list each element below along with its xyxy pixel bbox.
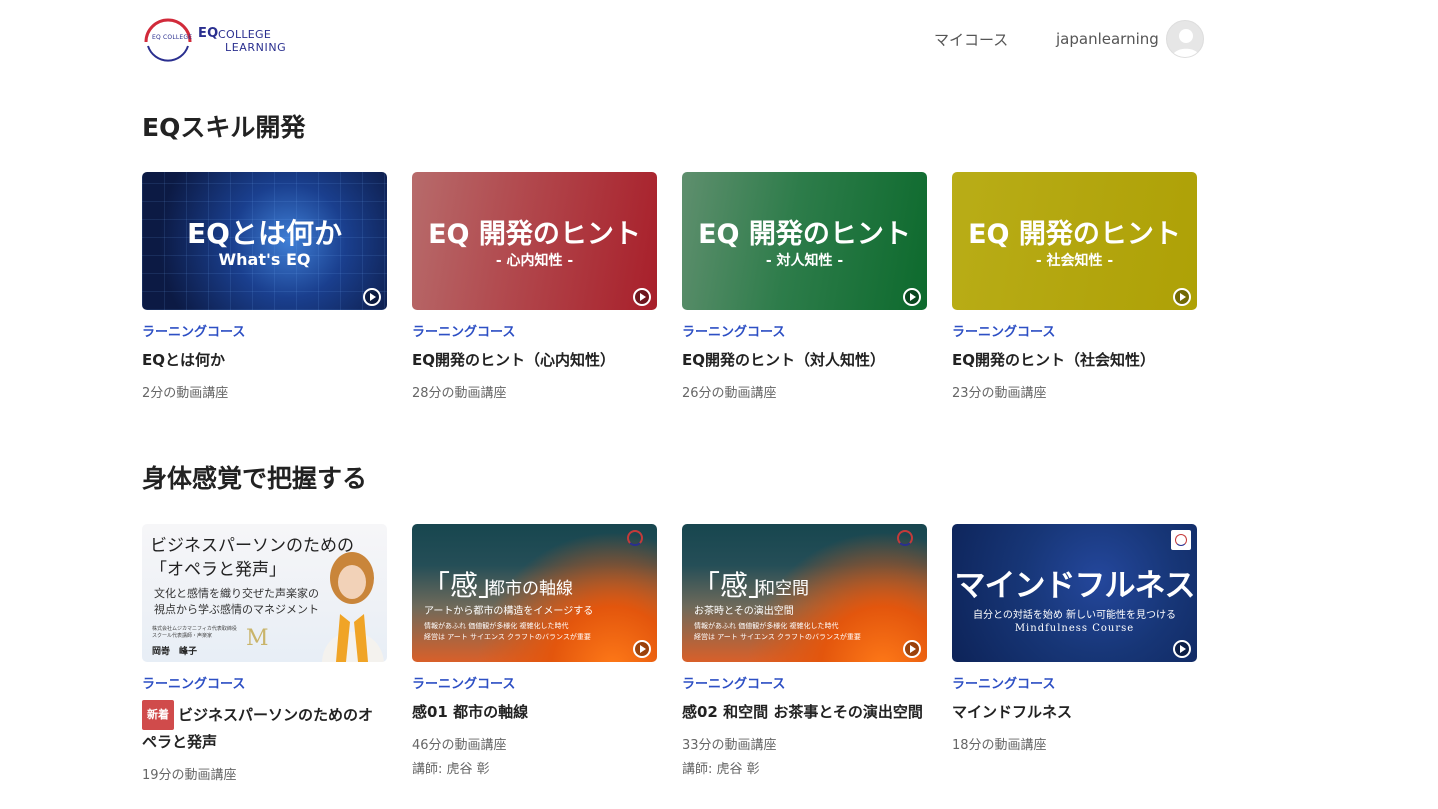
corner-logo-icon	[1171, 530, 1191, 550]
course-title[interactable]: 感01 都市の軸線	[412, 700, 657, 724]
course-thumbnail[interactable]: マインドフルネス 自分との対話を始め 新しい可能性を見つける Mindfulne…	[952, 524, 1197, 662]
thumbnail-title: マインドフルネス	[954, 568, 1196, 604]
thumbnail-subtitle: What's EQ	[218, 250, 311, 269]
thumbnail-caption: 情報があふれ 価値観が多様化 複雑化した時代 経営は アート サイエンス クラフ…	[694, 621, 861, 643]
play-icon[interactable]	[903, 288, 921, 306]
course-thumbnail[interactable]: 「感」 都市の軸線 アートから都市の構造をイメージする 情報があふれ 価値観が多…	[412, 524, 657, 662]
course-duration: 2分の動画講座	[142, 386, 229, 401]
instructor-photo	[314, 538, 386, 662]
course-thumbnail[interactable]: EQとは何か What's EQ	[142, 172, 387, 310]
course-title[interactable]: EQ開発のヒント（社会知性）	[952, 348, 1197, 372]
course-category: ラーニングコース	[952, 677, 1056, 692]
play-icon[interactable]	[1173, 288, 1191, 306]
course-duration: 26分の動画講座	[682, 386, 777, 401]
course-category: ラーニングコース	[412, 325, 516, 340]
thumbnail-subtitle: - 心内知性 -	[495, 253, 574, 269]
thumbnail-title: EQとは何か	[187, 217, 342, 250]
course-card[interactable]: ビジネスパーソンのための 「オペラと発声」 文化と感情を織り交ぜた声楽家の 視点…	[142, 524, 387, 783]
course-grid-eq-skill: EQとは何か What's EQ ラーニングコース EQとは何か 2分の動画講座…	[142, 172, 1202, 401]
thumbnail-affiliation: 株式会社ムジカマニフィカ代表取締役 スクール代表講師・声楽家	[152, 626, 237, 640]
course-duration: 33分の動画講座	[682, 738, 777, 753]
thumbnail-sub-line: 視点から学ぶ感情のマネジメント	[154, 603, 319, 616]
thumbnail-caption-line: 情報があふれ 価値観が多様化 複雑化した時代	[424, 622, 569, 630]
play-icon[interactable]	[633, 640, 651, 658]
thumbnail-english-title: Mindfulness Course	[1014, 623, 1135, 634]
play-icon[interactable]	[1173, 640, 1191, 658]
course-duration: 23分の動画講座	[952, 386, 1047, 401]
section-title-eq-skill: EQスキル開発	[142, 113, 306, 142]
nav-my-course-link[interactable]: マイコース	[934, 29, 1008, 50]
thumbnail-subtitle: - 対人知性 -	[765, 253, 844, 269]
course-category: ラーニングコース	[682, 325, 786, 340]
course-card[interactable]: EQ 開発のヒント - 対人知性 - ラーニングコース EQ開発のヒント（対人知…	[682, 172, 927, 401]
course-instructor: 講師: 虎谷 彰	[412, 762, 490, 777]
thumbnail-title: 都市の軸線	[488, 579, 573, 599]
course-title-text: ビジネスパーソンのためのオペラと発声	[142, 706, 374, 751]
course-thumbnail[interactable]: 「感」 和空間 お茶時とその演出空間 情報があふれ 価値観が多様化 複雑化した時…	[682, 524, 927, 662]
course-duration: 46分の動画講座	[412, 738, 507, 753]
corner-logo-icon	[627, 530, 643, 546]
section-title-body-sense: 身体感覚で把握する	[142, 464, 368, 493]
course-card[interactable]: EQとは何か What's EQ ラーニングコース EQとは何か 2分の動画講座	[142, 172, 387, 401]
course-thumbnail[interactable]: ビジネスパーソンのための 「オペラと発声」 文化と感情を織り交ぜた声楽家の 視点…	[142, 524, 387, 662]
course-category: ラーニングコース	[412, 677, 516, 692]
corner-logo-icon	[897, 530, 913, 546]
thumbnail-sub-line: 文化と感情を織り交ぜた声楽家の	[154, 587, 319, 600]
course-category: ラーニングコース	[142, 325, 246, 340]
thumbnail-title: EQ 開発のヒント	[698, 219, 911, 250]
thumbnail-title: EQ 開発のヒント	[428, 219, 641, 250]
user-avatar-icon[interactable]	[1166, 20, 1204, 58]
thumbnail-subheading: 文化と感情を織り交ぜた声楽家の 視点から学ぶ感情のマネジメント	[154, 586, 319, 618]
thumbnail-caption: 情報があふれ 価値観が多様化 複雑化した時代 経営は アート サイエンス クラフ…	[424, 621, 591, 643]
play-icon[interactable]	[903, 640, 921, 658]
thumbnail-caption-line: 経営は アート サイエンス クラフトのバランスが重要	[424, 633, 591, 641]
course-category: ラーニングコース	[952, 325, 1056, 340]
logo-college-text: COLLEGE	[218, 28, 272, 41]
new-badge: 新着	[142, 700, 174, 730]
thumbnail-instructor-name: 岡嵜 峰子	[152, 647, 198, 657]
thumbnail-caption-line: 経営は アート サイエンス クラフトのバランスが重要	[694, 633, 861, 641]
course-card[interactable]: 「感」 和空間 お茶時とその演出空間 情報があふれ 価値観が多様化 複雑化した時…	[682, 524, 927, 783]
course-duration: 18分の動画講座	[952, 738, 1047, 753]
play-icon[interactable]	[633, 288, 651, 306]
play-icon[interactable]	[363, 288, 381, 306]
course-title[interactable]: EQ開発のヒント（心内知性）	[412, 348, 657, 372]
site-header: EQ COLLEGE EQ COLLEGE LEARNING マイコース jap…	[0, 0, 1438, 80]
thumbnail-subtitle: - 社会知性 -	[1035, 253, 1114, 269]
thumbnail-title: 和空間	[758, 579, 809, 599]
thumbnail-subtitle: 自分との対話を始め 新しい可能性を見つける	[972, 610, 1177, 621]
thumbnail-m-logo: M	[246, 626, 269, 651]
course-grid-body-sense: ビジネスパーソンのための 「オペラと発声」 文化と感情を織り交ぜた声楽家の 視点…	[142, 524, 1202, 783]
course-card[interactable]: EQ 開発のヒント - 社会知性 - ラーニングコース EQ開発のヒント（社会知…	[952, 172, 1197, 401]
thumbnail-small-line: スクール代表講師・声楽家	[152, 633, 213, 639]
thumbnail-caption-line: 情報があふれ 価値観が多様化 複雑化した時代	[694, 622, 839, 630]
logo-mini-text: EQ COLLEGE	[152, 34, 193, 41]
course-card[interactable]: EQ 開発のヒント - 心内知性 - ラーニングコース EQ開発のヒント（心内知…	[412, 172, 657, 401]
course-thumbnail[interactable]: EQ 開発のヒント - 心内知性 -	[412, 172, 657, 310]
course-title[interactable]: 新着 ビジネスパーソンのためのオペラと発声	[142, 700, 387, 754]
course-title[interactable]: 感02 和空間 お茶事とその演出空間	[682, 700, 927, 724]
course-thumbnail[interactable]: EQ 開発のヒント - 社会知性 -	[952, 172, 1197, 310]
course-duration: 19分の動画講座	[142, 768, 237, 783]
logo-eq-text: EQ	[198, 26, 219, 41]
logo-learning-text: LEARNING	[225, 41, 287, 54]
thumbnail-title: EQ 開発のヒント	[968, 219, 1181, 250]
course-instructor: 講師: 虎谷 彰	[682, 762, 760, 777]
course-thumbnail[interactable]: EQ 開発のヒント - 対人知性 -	[682, 172, 927, 310]
course-title[interactable]: EQ開発のヒント（対人知性）	[682, 348, 927, 372]
course-category: ラーニングコース	[682, 677, 786, 692]
course-duration: 28分の動画講座	[412, 386, 507, 401]
thumbnail-subtitle: お茶時とその演出空間	[694, 606, 794, 617]
course-title[interactable]: マインドフルネス	[952, 700, 1197, 724]
course-category: ラーニングコース	[142, 677, 246, 692]
thumbnail-subtitle: アートから都市の構造をイメージする	[424, 606, 594, 617]
course-card[interactable]: マインドフルネス 自分との対話を始め 新しい可能性を見つける Mindfulne…	[952, 524, 1197, 783]
course-card[interactable]: 「感」 都市の軸線 アートから都市の構造をイメージする 情報があふれ 価値観が多…	[412, 524, 657, 783]
eq-college-learning-logo[interactable]: EQ COLLEGE EQ COLLEGE LEARNING	[142, 16, 286, 62]
thumbnail-small-line: 株式会社ムジカマニフィカ代表取締役	[152, 626, 237, 632]
course-title[interactable]: EQとは何か	[142, 348, 387, 372]
nav-username-link[interactable]: japanlearning	[1056, 30, 1159, 48]
